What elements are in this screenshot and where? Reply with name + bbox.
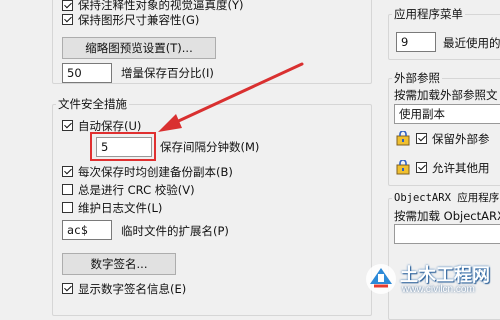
keep-xref-label: 保留外部参 bbox=[432, 132, 490, 146]
temp-extension-input[interactable]: ac$ bbox=[62, 220, 112, 240]
xref-keep-icon bbox=[396, 131, 410, 146]
allow-other-users-checkbox[interactable] bbox=[416, 162, 427, 173]
autosave-checkbox[interactable] bbox=[62, 120, 73, 131]
crc-check-checkbox[interactable] bbox=[62, 184, 73, 195]
xref-demand-select[interactable]: 使用副本 bbox=[394, 104, 500, 124]
arx-demand-label: 按需加载 ObjectARX bbox=[394, 209, 500, 223]
show-signature-info-checkbox[interactable] bbox=[62, 283, 73, 294]
arx-demand-select[interactable] bbox=[394, 224, 500, 244]
annotative-fidelity-checkbox[interactable] bbox=[62, 0, 73, 11]
thumbnail-preview-settings-button[interactable]: 缩略图预览设置(T)... bbox=[62, 37, 216, 59]
incremental-save-input[interactable]: 50 bbox=[62, 63, 112, 83]
app-menu-title: 应用程序菜单 bbox=[392, 6, 465, 22]
watermark: 土木工程网 www.civilcn.com bbox=[358, 258, 500, 303]
incremental-save-label: 增量保存百分比(I) bbox=[121, 66, 214, 80]
keep-xref-checkbox[interactable] bbox=[416, 133, 427, 144]
file-safety-title: 文件安全措施 bbox=[56, 96, 129, 112]
xref-allow-icon bbox=[396, 160, 410, 175]
arx-title: ObjectARX 应用程序 bbox=[392, 190, 500, 205]
watermark-url: www.civilcn.com bbox=[402, 284, 475, 295]
recent-files-label: 最近使用的 bbox=[443, 36, 500, 50]
log-file-label: 维护日志文件(L) bbox=[78, 201, 163, 215]
recent-files-input[interactable]: 9 bbox=[396, 32, 436, 52]
xref-title: 外部参照 bbox=[392, 70, 442, 86]
digital-signature-button[interactable]: 数字签名... bbox=[62, 253, 176, 275]
watermark-logo-icon bbox=[366, 264, 396, 294]
show-signature-info-label: 显示数字签名信息(E) bbox=[78, 282, 187, 296]
crc-check-label: 总是进行 CRC 校验(V) bbox=[78, 183, 195, 197]
drawing-size-compat-checkbox[interactable] bbox=[62, 14, 73, 25]
xref-demand-label: 按需加载外部参照文 bbox=[394, 88, 498, 102]
autosave-interval-label: 保存间隔分钟数(M) bbox=[160, 140, 260, 154]
allow-other-users-label: 允许其他用 bbox=[432, 161, 490, 175]
temp-extension-label: 临时文件的扩展名(P) bbox=[121, 224, 229, 238]
backup-copy-checkbox[interactable] bbox=[62, 166, 73, 177]
backup-copy-label: 每次保存时均创建备份副本(B) bbox=[78, 165, 233, 179]
log-file-checkbox[interactable] bbox=[62, 202, 73, 213]
drawing-size-compat-label: 保持图形尺寸兼容性(G) bbox=[78, 13, 200, 27]
interval-highlight-box bbox=[90, 132, 156, 161]
